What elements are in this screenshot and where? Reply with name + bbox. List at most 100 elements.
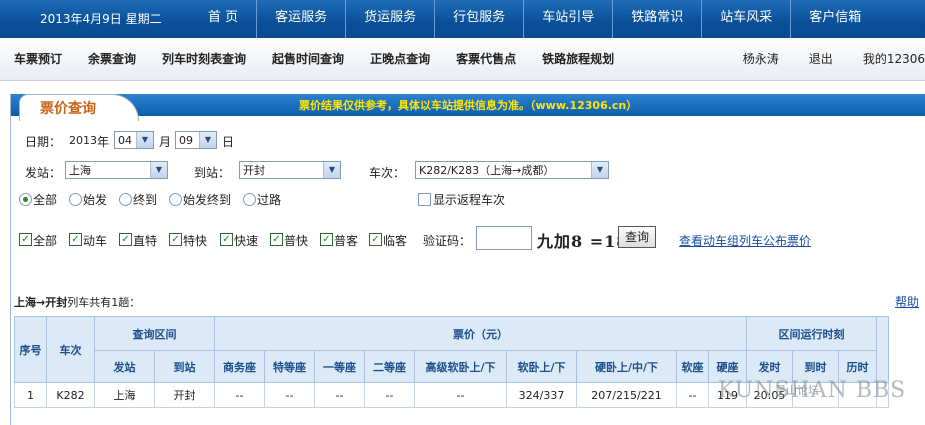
header-soft-sleeper: 软卧上/下: [506, 350, 577, 383]
radio-passing[interactable]: [243, 193, 256, 206]
user-area: 杨永涛 退出 我的12306: [713, 38, 925, 80]
nav-customer-mailbox[interactable]: 客户信箱: [790, 0, 879, 38]
cell-to: 开封: [154, 382, 215, 408]
nav-railway-knowledge[interactable]: 铁路常识: [612, 0, 701, 38]
result-count: 列车共有1趟：: [67, 296, 141, 309]
subnav-agents[interactable]: 客票代售点: [456, 38, 516, 80]
nav-home[interactable]: 首 页: [190, 0, 256, 38]
subnav-journey-planner[interactable]: 铁路旅程规划: [542, 38, 614, 80]
from-value: 上海: [69, 164, 91, 177]
cell-soft-sleeper: 324/337: [506, 382, 577, 408]
cell-deluxe-soft-sleeper: --: [414, 382, 507, 408]
radio-all[interactable]: [19, 193, 32, 206]
subnav-timetable[interactable]: 列车时刻表查询: [162, 38, 246, 80]
help-link[interactable]: 帮助: [895, 293, 919, 310]
day-unit: 日: [222, 135, 235, 149]
header-second-class: 二等座: [364, 350, 415, 383]
day-select[interactable]: 09 ▼: [175, 131, 217, 149]
header-price: 票价（元）: [214, 316, 747, 351]
cell-hard-sleeper: 207/215/221: [576, 382, 677, 408]
type-direct-express-label: 直特: [133, 234, 158, 248]
watermark-text: 昆山论坛: [775, 384, 819, 397]
type-direct-express-checkbox[interactable]: ✓: [119, 233, 132, 246]
type-ordinary-fast-checkbox[interactable]: ✓: [270, 233, 283, 246]
header-deluxe-soft-sleeper: 高级软卧上/下: [414, 350, 507, 383]
type-all-checkbox[interactable]: ✓: [19, 233, 32, 246]
day-value: 09: [179, 134, 193, 147]
cell-premium-seat: --: [264, 382, 315, 408]
type-ordinary-fast-label: 普快: [284, 234, 309, 248]
return-train-label: 显示返程车次: [433, 193, 506, 207]
header-first-class: 一等座: [314, 350, 365, 383]
nav-luggage[interactable]: 行包服务: [434, 0, 523, 38]
type-temporary-label: 临客: [383, 234, 408, 248]
chevron-down-icon: ▼: [136, 132, 153, 148]
panel-title: 票价查询: [40, 101, 96, 117]
radio-origin-terminal[interactable]: [169, 193, 182, 206]
captcha-image: 九加8 =18: [537, 232, 629, 251]
query-button[interactable]: 查询: [618, 226, 656, 248]
nav-freight[interactable]: 货运服务: [345, 0, 434, 38]
type-express-label: 特快: [183, 234, 208, 248]
return-train-checkbox[interactable]: [418, 193, 431, 206]
type-ordinary-checkbox[interactable]: ✓: [320, 233, 333, 246]
month-unit: 月: [159, 135, 172, 149]
type-all-label: 全部: [33, 234, 58, 248]
from-station-select[interactable]: 上海 ▼: [65, 161, 168, 179]
to-station-select[interactable]: 开封 ▼: [239, 161, 341, 179]
header-extra: [876, 316, 889, 383]
header-seq: 序号: [14, 316, 47, 383]
to-value: 开封: [243, 164, 265, 177]
cell-business-seat: --: [214, 382, 265, 408]
cell-from: 上海: [94, 382, 155, 408]
year-unit: 年: [97, 135, 110, 149]
type-fast-checkbox[interactable]: ✓: [220, 233, 233, 246]
type-temporary-checkbox[interactable]: ✓: [369, 233, 382, 246]
radio-all-label: 全部: [33, 193, 58, 207]
month-value: 04: [118, 134, 132, 147]
header-from: 发站: [94, 350, 155, 383]
subnav-delay-query[interactable]: 正晚点查询: [370, 38, 430, 80]
nav-passenger[interactable]: 客运服务: [256, 0, 345, 38]
subnav-ticket-booking[interactable]: 车票预订: [14, 38, 62, 80]
date-label: 日期：: [25, 135, 62, 149]
train-value: K282/K283（上海→成都）: [419, 164, 555, 177]
chevron-down-icon: ▼: [150, 162, 167, 178]
radio-origin-terminal-label: 始发终到: [183, 193, 232, 207]
nav-station-scenery[interactable]: 站车风采: [701, 0, 790, 38]
current-date: 2013年4月9日 星期二: [40, 12, 162, 26]
radio-passing-label: 过路: [257, 193, 282, 207]
emu-fare-link[interactable]: 查看动车组列车公布票价: [679, 232, 811, 249]
type-fast-label: 快速: [234, 234, 259, 248]
type-emu-checkbox[interactable]: ✓: [69, 233, 82, 246]
subnav-sale-time[interactable]: 起售时间查询: [272, 38, 344, 80]
radio-terminal[interactable]: [119, 193, 132, 206]
my-account-link[interactable]: 我的12306: [863, 38, 925, 80]
cell-train: K282: [46, 382, 95, 408]
captcha-input[interactable]: [476, 226, 532, 250]
radio-origin[interactable]: [69, 193, 82, 206]
train-select[interactable]: K282/K283（上海→成都） ▼: [415, 161, 609, 179]
header-to: 到站: [154, 350, 215, 383]
nav-station-guide[interactable]: 车站引导: [523, 0, 612, 38]
from-label: 发站：: [25, 166, 62, 180]
panel-notice: 票价结果仅供参考，具体以车站提供信息为准。（www.12306.cn）: [299, 99, 638, 112]
cell-seq: 1: [14, 382, 47, 408]
year-value: 2013: [69, 134, 97, 147]
cell-first-class: --: [314, 382, 365, 408]
header-time: 区间运行时刻: [746, 316, 877, 351]
month-select[interactable]: 04 ▼: [114, 131, 154, 149]
header-train: 车次: [46, 316, 95, 383]
result-summary: 上海→开封列车共有1趟：: [14, 294, 140, 310]
type-emu-label: 动车: [83, 234, 108, 248]
radio-terminal-label: 终到: [133, 193, 158, 207]
header-range: 查询区间: [94, 316, 215, 351]
type-express-checkbox[interactable]: ✓: [169, 233, 182, 246]
logout-link[interactable]: 退出: [809, 38, 833, 80]
type-ordinary-label: 普客: [334, 234, 359, 248]
header-premium-seat: 特等座: [264, 350, 315, 383]
cell-second-class: --: [364, 382, 415, 408]
subnav-remaining-tickets[interactable]: 余票查询: [88, 38, 136, 80]
sub-nav-bar: 车票预订 余票查询 列车时刻表查询 起售时间查询 正晚点查询 客票代售点 铁路旅…: [0, 38, 925, 81]
header-hard-sleeper: 硬卧上/中/下: [576, 350, 677, 383]
